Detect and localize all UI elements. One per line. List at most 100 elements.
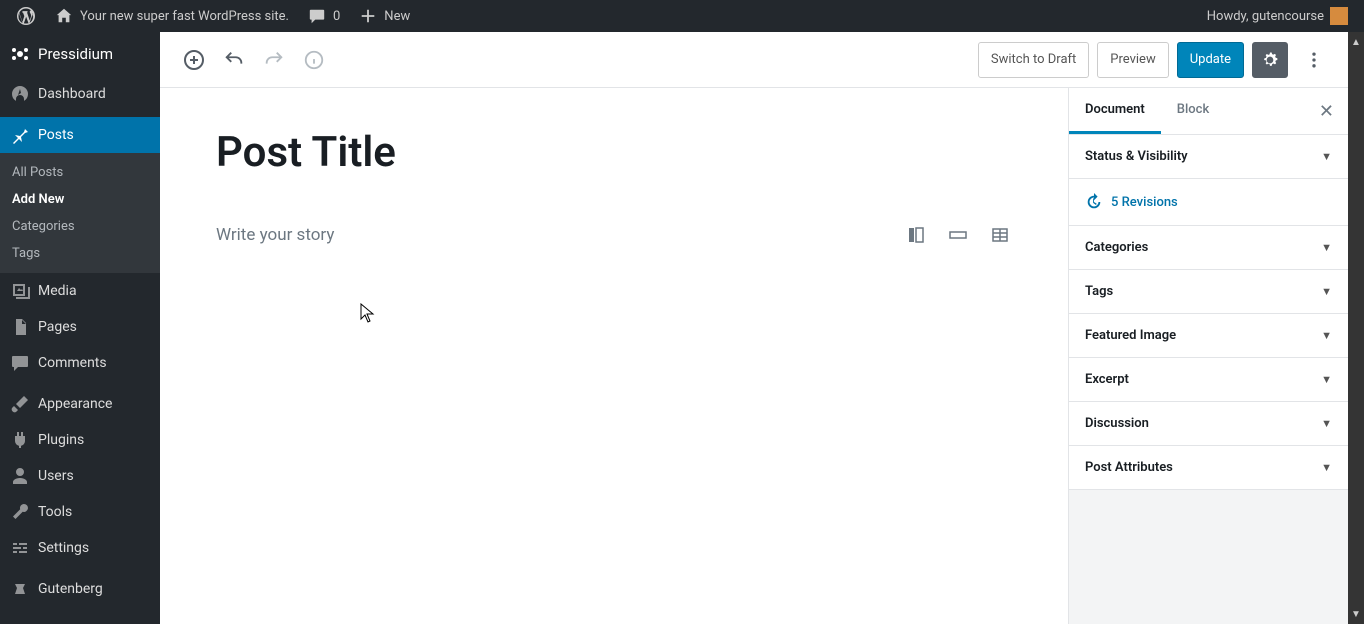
panel-title: Categories	[1085, 240, 1148, 255]
wrench-icon	[10, 502, 30, 522]
admin-sidebar: Pressidium Dashboard Posts All Posts Add…	[0, 32, 160, 624]
posts-submenu: All Posts Add New Categories Tags	[0, 153, 160, 273]
comments-count: 0	[333, 9, 340, 24]
post-title-input[interactable]: Post Title	[216, 128, 1012, 177]
admin-bar: Your new super fast WordPress site. 0 Ne…	[0, 0, 1364, 32]
plus-icon	[358, 6, 378, 26]
sidebar-item-label: Appearance	[38, 396, 112, 412]
settings-toggle-button[interactable]	[1252, 42, 1288, 78]
panel-title: Post Attributes	[1085, 460, 1173, 475]
sidebar-item-media[interactable]: Media	[0, 273, 160, 309]
panel-categories[interactable]: Categories ▼	[1069, 226, 1348, 270]
sidebar-item-gutenberg[interactable]: Gutenberg	[0, 571, 160, 607]
redo-button[interactable]	[256, 42, 292, 78]
cursor-icon	[360, 303, 376, 323]
panel-discussion[interactable]: Discussion▼	[1069, 402, 1348, 446]
info-button[interactable]	[296, 42, 332, 78]
sidebar-item-label: Settings	[38, 540, 89, 556]
sidebar-item-label: Plugins	[38, 432, 84, 448]
settings-panel: Document Block ✕ Status & Visibility ▼ 5 …	[1068, 88, 1348, 624]
editor-header: Switch to Draft Preview Update	[160, 32, 1348, 88]
history-icon	[1085, 193, 1103, 211]
layout-icon[interactable]	[904, 223, 928, 247]
panel-revisions[interactable]: 5 Revisions	[1069, 179, 1348, 226]
tab-document[interactable]: Document	[1069, 88, 1161, 134]
sidebar-item-settings[interactable]: Settings	[0, 530, 160, 566]
sidebar-item-users[interactable]: Users	[0, 458, 160, 494]
quick-insert-icons	[904, 223, 1012, 247]
panel-excerpt[interactable]: Excerpt ▼	[1069, 358, 1348, 402]
panel-featured-image[interactable]: Featured Image▼	[1069, 314, 1348, 358]
editor: Switch to Draft Preview Update Post Titl…	[160, 32, 1348, 624]
add-block-button[interactable]	[176, 42, 212, 78]
chevron-down-icon: ▼	[1321, 373, 1332, 386]
panel-title: Excerpt	[1085, 372, 1129, 387]
submenu-all-posts[interactable]: All Posts	[0, 159, 160, 186]
close-settings-button[interactable]: ✕	[1305, 101, 1348, 122]
sidebar-item-label: Posts	[38, 127, 74, 143]
switch-to-draft-button[interactable]: Switch to Draft	[978, 42, 1089, 78]
editor-tools-right: Switch to Draft Preview Update	[978, 42, 1332, 78]
new-content[interactable]: New	[350, 0, 418, 32]
sidebar-item-posts[interactable]: Posts	[0, 117, 160, 153]
comments-bubble[interactable]: 0	[299, 0, 348, 32]
sliders-icon	[10, 538, 30, 558]
undo-button[interactable]	[216, 42, 252, 78]
chevron-down-icon: ▼	[1321, 150, 1332, 163]
submenu-categories[interactable]: Categories	[0, 213, 160, 240]
scroll-down-icon[interactable]: ▼	[1348, 604, 1364, 624]
dashboard-icon	[10, 84, 30, 104]
pages-icon	[10, 317, 30, 337]
site-home[interactable]: Your new super fast WordPress site.	[46, 0, 297, 32]
chevron-down-icon: ▼	[1321, 461, 1332, 474]
wp-logo[interactable]	[8, 0, 44, 32]
revisions-link: 5 Revisions	[1111, 195, 1178, 210]
pin-icon	[10, 125, 30, 145]
editor-canvas[interactable]: Post Title Write your story	[160, 88, 1068, 624]
panel-title: Status & Visibility	[1085, 149, 1188, 164]
sidebar-item-comments[interactable]: Comments	[0, 345, 160, 381]
submenu-tags[interactable]: Tags	[0, 240, 160, 267]
brand-item[interactable]: Pressidium	[0, 32, 160, 76]
brush-icon	[10, 394, 30, 414]
more-menu-button[interactable]	[1296, 42, 1332, 78]
table-icon[interactable]	[988, 223, 1012, 247]
preview-button[interactable]: Preview	[1097, 42, 1168, 78]
sidebar-item-tools[interactable]: Tools	[0, 494, 160, 530]
scroll-track[interactable]	[1348, 52, 1364, 604]
panel-tags[interactable]: Tags▼	[1069, 270, 1348, 314]
chevron-down-icon: ▼	[1321, 285, 1332, 298]
admin-bar-left: Your new super fast WordPress site. 0 Ne…	[8, 0, 1199, 32]
sidebar-item-dashboard[interactable]: Dashboard	[0, 76, 160, 112]
default-block-row: Write your story	[216, 223, 1012, 247]
panel-status-visibility[interactable]: Status & Visibility ▼	[1069, 135, 1348, 179]
wide-icon[interactable]	[946, 223, 970, 247]
tab-block[interactable]: Block	[1161, 88, 1225, 134]
sidebar-item-label: Gutenberg	[38, 581, 103, 597]
user-icon	[10, 466, 30, 486]
os-scrollbar[interactable]: ▲ ▼	[1348, 32, 1364, 624]
chevron-down-icon: ▼	[1321, 241, 1332, 254]
editor-body: Post Title Write your story Document	[160, 88, 1348, 624]
account-menu[interactable]: Howdy, gutencourse	[1199, 0, 1356, 32]
update-button[interactable]: Update	[1177, 42, 1244, 78]
sidebar-item-pages[interactable]: Pages	[0, 309, 160, 345]
close-icon: ✕	[1319, 101, 1334, 122]
write-prompt[interactable]: Write your story	[216, 225, 904, 245]
submenu-add-new[interactable]: Add New	[0, 186, 160, 213]
chevron-down-icon: ▼	[1321, 417, 1332, 430]
sidebar-item-label: Tools	[38, 504, 72, 520]
brand-icon	[10, 44, 30, 64]
sidebar-item-label: Pages	[38, 319, 77, 335]
gear-icon	[1260, 50, 1280, 70]
new-label: New	[384, 9, 410, 24]
media-icon	[10, 281, 30, 301]
panel-post-attributes[interactable]: Post Attributes ▼	[1069, 446, 1348, 490]
sidebar-item-appearance[interactable]: Appearance	[0, 386, 160, 422]
comment-icon	[307, 6, 327, 26]
sidebar-item-label: Dashboard	[38, 86, 106, 102]
home-icon	[54, 6, 74, 26]
sidebar-item-plugins[interactable]: Plugins	[0, 422, 160, 458]
scroll-up-icon[interactable]: ▲	[1348, 32, 1364, 52]
site-name: Your new super fast WordPress site.	[80, 9, 289, 24]
